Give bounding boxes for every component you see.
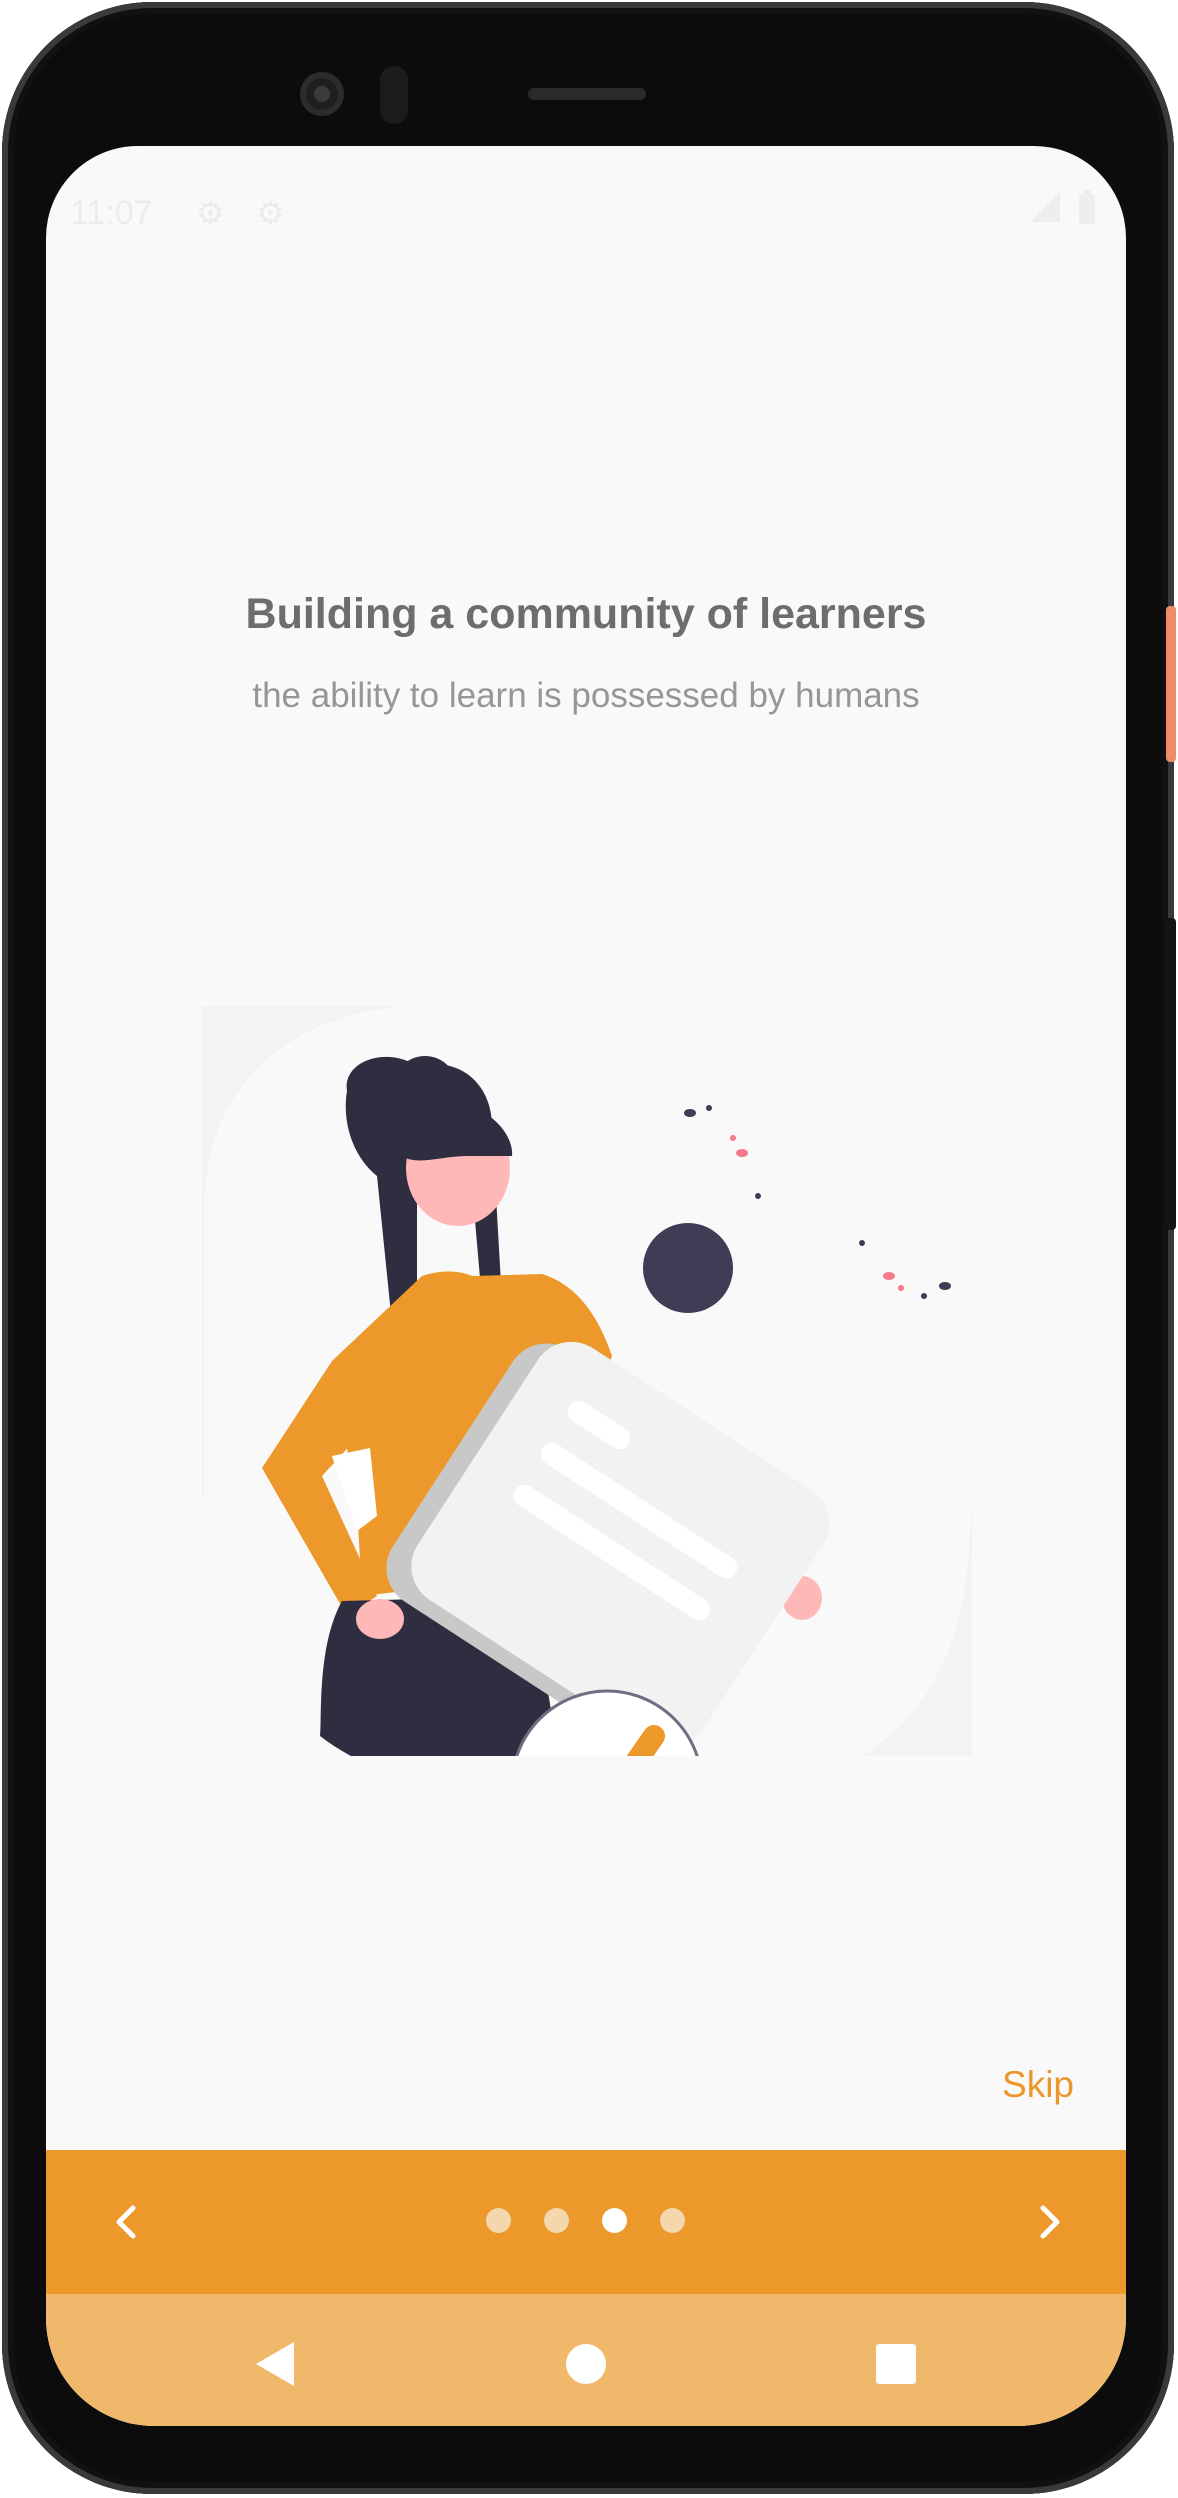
skip-button[interactable]: Skip xyxy=(1002,2064,1074,2106)
onboarding-illustration xyxy=(202,1006,972,1756)
gear-icon: ⚙ xyxy=(256,195,285,231)
earpiece-speaker xyxy=(528,88,646,100)
power-button xyxy=(1166,606,1176,762)
chevron-left-icon[interactable] xyxy=(96,2190,156,2254)
page-dot[interactable] xyxy=(660,2208,685,2233)
system-navigation-bar xyxy=(46,2294,1126,2426)
status-time: 11:07 xyxy=(70,194,153,232)
battery-icon xyxy=(1079,190,1095,224)
front-camera xyxy=(300,72,344,116)
phone-device: 11:07 ⚙ ⚙ Building a community of learne… xyxy=(0,0,1178,2498)
onboarding-subtitle: the ability to learn is possessed by hum… xyxy=(252,676,920,715)
chevron-right-icon[interactable] xyxy=(1020,2190,1080,2254)
nav-recents-icon[interactable] xyxy=(866,2334,926,2394)
volume-button xyxy=(1166,918,1176,1230)
nav-home-icon[interactable] xyxy=(556,2334,616,2394)
proximity-sensor xyxy=(380,66,408,124)
page-dot[interactable] xyxy=(486,2208,511,2233)
onboarding-title: Building a community of learners xyxy=(245,590,927,638)
nav-back-icon[interactable] xyxy=(246,2334,306,2394)
page-dot[interactable] xyxy=(544,2208,569,2233)
status-bar: 11:07 ⚙ ⚙ xyxy=(46,146,1126,232)
app-screen: 11:07 ⚙ ⚙ Building a community of learne… xyxy=(46,146,1126,2426)
onboarding-pager xyxy=(46,2150,1126,2294)
page-indicator xyxy=(486,2208,685,2233)
status-icons xyxy=(1028,190,1098,226)
page-dot[interactable] xyxy=(602,2208,627,2233)
gear-icon: ⚙ xyxy=(196,195,225,231)
signal-icon xyxy=(1030,192,1060,222)
